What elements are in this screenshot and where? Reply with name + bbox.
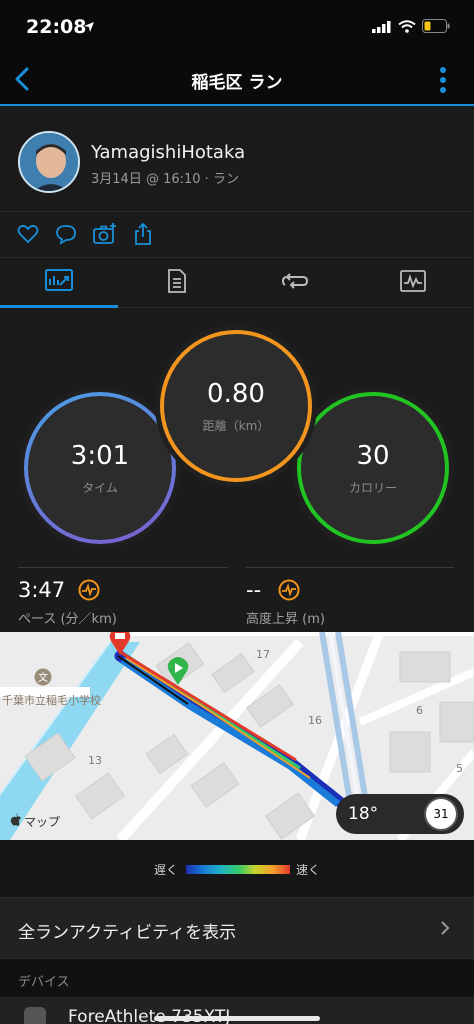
tab-stats[interactable] (0, 258, 118, 308)
devices-section-header: デバイス (0, 959, 474, 997)
all-runs-label: 全ランアクティビティを表示 (18, 923, 237, 943)
laps-icon (281, 271, 309, 295)
calories-stat: 30 カロリー (297, 392, 449, 544)
distance-label: 距離（km） (202, 418, 270, 433)
pace-stat: 3:47 ペース (分／km) (18, 562, 228, 632)
map-attribution: マップ (24, 815, 61, 829)
stats-panel: 3:01 タイム 30 カロリー 0.80 距離（km） (0, 308, 474, 562)
devices-title: デバイス (18, 975, 70, 990)
weather-badge[interactable]: 18° 31 (336, 794, 464, 834)
tab-graphs[interactable] (354, 258, 472, 308)
elevation-value: -- (246, 578, 262, 602)
distance-stat: 0.80 距離（km） (160, 330, 312, 482)
stats-chart-icon (45, 268, 73, 295)
status-bar: 22:08 (0, 0, 474, 52)
signal-icon (372, 18, 392, 37)
watch-icon (24, 1007, 46, 1024)
block-number: 16 (308, 714, 322, 727)
divider (246, 567, 454, 568)
elevation-stat: -- 高度上昇 (m) (246, 562, 456, 632)
distance-value: 0.80 (207, 378, 265, 409)
all-runs-link[interactable]: 全ランアクティビティを表示 (0, 897, 474, 959)
block-number: 6 (416, 704, 423, 717)
time-label: タイム (82, 480, 118, 495)
activity-datetime: 3月14日 @ 16:10 · ラン (91, 172, 239, 187)
status-icons (372, 18, 450, 37)
elevation-label: 高度上昇 (m) (246, 612, 325, 627)
comment-icon[interactable] (54, 222, 80, 248)
start-marker-icon[interactable] (166, 656, 190, 690)
chevron-right-icon (440, 920, 450, 940)
tab-details[interactable] (118, 258, 236, 308)
speed-legend: 遅く 速く (0, 840, 474, 897)
tab-bar (0, 258, 474, 308)
heart-icon[interactable] (16, 222, 42, 248)
legend-slow-label: 遅く (154, 863, 179, 877)
divider (18, 567, 228, 568)
svg-text:文: 文 (38, 671, 48, 684)
user-name[interactable]: YamagishiHotaka (91, 142, 245, 163)
block-number: 13 (88, 754, 102, 767)
action-row (0, 212, 474, 258)
route-map[interactable]: 文 千葉市立稲毛小学校 17 16 13 6 5 マップ 18° 31 (0, 632, 474, 840)
secondary-stats: 3:47 ペース (分／km) -- 高度上昇 (m) (0, 562, 474, 632)
page-title: 稲毛区 ラン (191, 73, 283, 93)
tab-laps[interactable] (236, 258, 354, 308)
wifi-icon (398, 18, 416, 37)
time-stat: 3:01 タイム (24, 392, 176, 544)
camera-add-icon[interactable] (92, 222, 118, 248)
weather-temp: 18° (348, 804, 379, 824)
graph-icon (400, 270, 426, 296)
block-number: 5 (456, 762, 463, 775)
status-time: 22:08 (26, 16, 87, 38)
weather-dial: 31 (424, 797, 458, 831)
avatar[interactable] (18, 131, 80, 193)
legend-color-bar (186, 865, 290, 874)
legend-fast-label: 速く (296, 863, 321, 877)
school-label: 千葉市立稲毛小学校 (2, 694, 101, 707)
battery-icon (422, 18, 450, 37)
activity-pulse-icon[interactable] (278, 579, 300, 601)
apple-logo-icon (10, 812, 22, 831)
share-icon[interactable] (132, 222, 158, 248)
nav-bar: 稲毛区 ラン (0, 52, 474, 106)
finish-marker-icon[interactable] (108, 632, 132, 660)
block-number: 17 (256, 648, 270, 661)
vertical-dots-icon[interactable] (438, 66, 448, 94)
location-arrow-icon (83, 18, 95, 37)
school-icon: 文 (34, 668, 52, 690)
pace-value: 3:47 (18, 578, 66, 602)
activity-pulse-icon[interactable] (78, 579, 100, 601)
home-indicator[interactable] (154, 1016, 320, 1021)
time-value: 3:01 (70, 440, 130, 471)
pace-label: ペース (分／km) (18, 612, 117, 627)
calories-label: カロリー (348, 480, 397, 495)
calories-value: 30 (356, 440, 390, 471)
document-icon (167, 269, 187, 297)
profile-header: YamagishiHotaka 3月14日 @ 16:10 · ラン (0, 106, 474, 212)
